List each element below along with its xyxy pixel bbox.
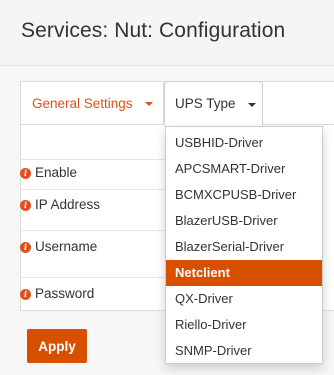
menu-item-riello-driver[interactable]: Riello-Driver: [166, 312, 322, 338]
page-header: Services: Nut: Configuration: [0, 0, 334, 66]
form-row-ip-address: i IP Address: [20, 189, 165, 230]
apply-button[interactable]: Apply: [27, 329, 87, 363]
menu-item-apcsmart-driver[interactable]: APCSMART-Driver: [166, 156, 322, 182]
form-row-username: i Username: [20, 230, 165, 277]
tab-ups-type[interactable]: UPS Type: [164, 81, 263, 126]
caret-down-icon: [247, 102, 256, 107]
username-label: Username: [35, 239, 98, 254]
menu-item-usbhid-driver[interactable]: USBHID-Driver: [166, 130, 322, 156]
info-icon[interactable]: i: [20, 289, 31, 300]
menu-item-netclient[interactable]: Netclient: [166, 260, 322, 286]
menu-item-qx-driver[interactable]: QX-Driver: [166, 286, 322, 312]
password-label: Password: [35, 286, 95, 301]
tab-ups-type-label: UPS Type: [175, 96, 236, 111]
info-icon[interactable]: i: [20, 168, 31, 179]
menu-item-snmp-driver[interactable]: SNMP-Driver: [166, 338, 322, 364]
ip-address-label: IP Address: [35, 197, 101, 212]
info-icon[interactable]: i: [20, 200, 31, 211]
tab-general-settings-label: General Settings: [32, 95, 133, 111]
menu-item-blazerusb-driver[interactable]: BlazerUSB-Driver: [166, 208, 322, 234]
form-row-enable: i Enable: [20, 159, 165, 189]
menu-item-bcmxcpusb-driver[interactable]: BCMXCPUSB-Driver: [166, 182, 322, 208]
tab-bar: General Settings UPS Type: [20, 81, 334, 126]
enable-label: Enable: [35, 165, 78, 180]
tab-general-settings[interactable]: General Settings: [20, 81, 164, 125]
info-icon[interactable]: i: [20, 242, 31, 253]
form-row-password: i Password: [20, 277, 165, 311]
page-title: Services: Nut: Configuration: [21, 19, 286, 42]
menu-item-blazerserial-driver[interactable]: BlazerSerial-Driver: [166, 234, 322, 260]
ups-type-dropdown-menu: USBHID-Driver APCSMART-Driver BCMXCPUSB-…: [165, 126, 323, 364]
caret-down-icon: [144, 102, 153, 106]
